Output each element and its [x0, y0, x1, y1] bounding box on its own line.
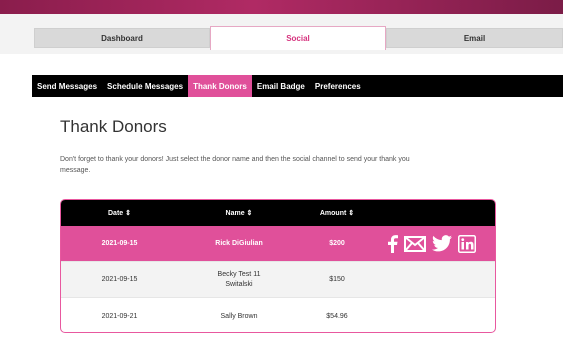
- linkedin-icon[interactable]: [458, 234, 476, 253]
- table-row[interactable]: 2021-09-21 Sally Brown $54.96: [61, 298, 495, 332]
- tab-dashboard[interactable]: Dashboard: [34, 28, 210, 48]
- sub-navigation: Send Messages Schedule Messages Thank Do…: [32, 75, 563, 97]
- cell-amount: $200: [329, 240, 345, 247]
- facebook-icon[interactable]: [386, 234, 398, 253]
- tab-email[interactable]: Email: [386, 28, 563, 48]
- table-row[interactable]: 2021-09-15 Becky Test 11 Switalski $150: [61, 262, 495, 298]
- subnav-thank-donors[interactable]: Thank Donors: [188, 75, 252, 97]
- column-header-date[interactable]: Date ⇕: [61, 209, 178, 217]
- cell-amount: $150: [329, 276, 345, 283]
- cell-name: Becky Test 11 Switalski: [217, 270, 261, 288]
- table-row[interactable]: 2021-09-15 Rick DiGiulian $200: [61, 226, 495, 262]
- table-header: Date ⇕ Name ⇕ Amount ⇕: [61, 200, 495, 226]
- cell-amount: $54.96: [326, 312, 348, 320]
- column-header-name[interactable]: Name ⇕: [178, 209, 300, 217]
- subnav-preferences[interactable]: Preferences: [310, 75, 366, 97]
- social-share-icons: [386, 234, 476, 253]
- cell-date: 2021-09-15: [101, 276, 138, 283]
- top-banner: [0, 0, 563, 14]
- email-icon[interactable]: [404, 235, 426, 252]
- page-title: Thank Donors: [60, 117, 167, 136]
- subnav-email-badge[interactable]: Email Badge: [252, 75, 310, 97]
- donor-table: Date ⇕ Name ⇕ Amount ⇕ 2021-09-15 Rick D…: [60, 199, 496, 333]
- cell-date: 2021-09-21: [101, 312, 138, 320]
- twitter-icon[interactable]: [432, 235, 452, 252]
- subnav-send-messages[interactable]: Send Messages: [32, 75, 102, 97]
- cell-name: Rick DiGiulian: [215, 240, 263, 247]
- cell-name: Sally Brown: [220, 312, 258, 320]
- column-header-amount[interactable]: Amount ⇕: [300, 209, 374, 217]
- page-description: Don't forget to thank your donors! Just …: [60, 156, 410, 174]
- cell-date: 2021-09-15: [101, 240, 138, 247]
- subnav-schedule-messages[interactable]: Schedule Messages: [102, 75, 188, 97]
- tab-social[interactable]: Social: [210, 26, 386, 50]
